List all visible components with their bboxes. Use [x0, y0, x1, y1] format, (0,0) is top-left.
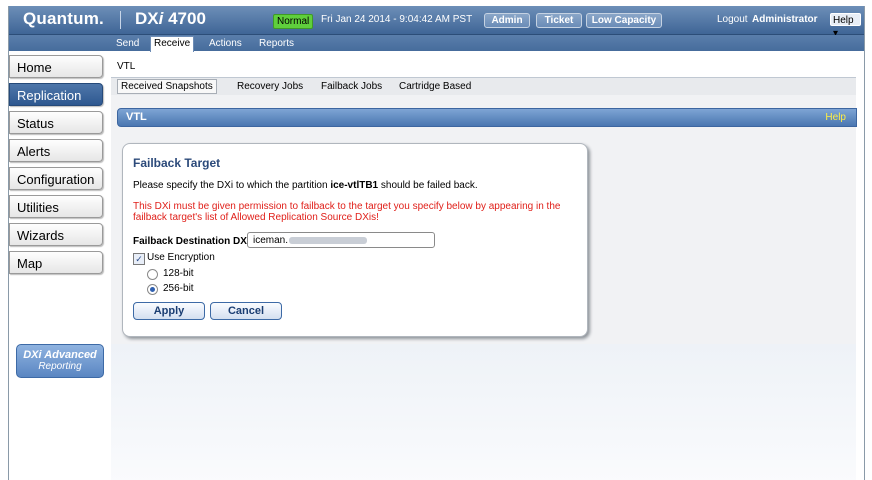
breadcrumb: VTL: [111, 58, 856, 76]
tab-send[interactable]: Send: [116, 37, 139, 51]
product-name: DXi 4700: [135, 9, 206, 28]
instruction-text: Please specify the DXi to which the part…: [133, 180, 478, 191]
help-link[interactable]: Help: [825, 112, 846, 123]
tab-actions[interactable]: Actions: [209, 37, 242, 51]
dxi-advanced-reporting-button[interactable]: DXi Advanced Reporting: [16, 344, 104, 378]
status-badge[interactable]: Normal: [273, 14, 314, 29]
sidebar-item-map[interactable]: Map: [9, 251, 103, 274]
sidebar-item-status[interactable]: Status: [9, 111, 103, 134]
partition-name: ice-vtlTB1: [330, 180, 379, 191]
radio-256-bit[interactable]: [147, 284, 158, 295]
admin-pill-button[interactable]: Admin: [484, 13, 530, 28]
cancel-button[interactable]: Cancel: [210, 302, 282, 320]
tab-receive[interactable]: Receive: [150, 36, 195, 52]
destination-input[interactable]: iceman.: [247, 232, 435, 248]
top-bar: Quantum. DXi 4700 Normal Fri Jan 24 2014…: [9, 6, 864, 39]
warning-text: This DXi must be given permission to fai…: [133, 201, 561, 223]
sidebar-item-home[interactable]: Home: [9, 55, 103, 78]
sidebar-item-replication[interactable]: Replication: [9, 83, 103, 106]
sidebar-item-utilities[interactable]: Utilities: [9, 195, 103, 218]
sidebar-item-configuration[interactable]: Configuration: [9, 167, 103, 190]
panel-title: Failback Target: [133, 156, 221, 170]
help-menu-button[interactable]: Help ▾: [830, 13, 861, 39]
subtab-received-snapshots[interactable]: Received Snapshots: [117, 79, 217, 94]
system-datetime: Fri Jan 24 2014 - 9:04:42 AM PST: [321, 14, 473, 25]
sidebar: Home Replication Status Alerts Configura…: [9, 51, 111, 480]
radio-128-bit-label: 128-bit: [163, 268, 194, 279]
low-capacity-pill-button[interactable]: Low Capacity: [586, 13, 662, 28]
apply-button[interactable]: Apply: [133, 302, 205, 320]
sidebar-item-alerts[interactable]: Alerts: [9, 139, 103, 162]
subtab-recovery-jobs[interactable]: Recovery Jobs: [237, 80, 303, 93]
current-user: Administrator: [752, 14, 818, 25]
redacted-text: [289, 236, 368, 244]
app-window: Quantum. DXi 4700 Normal Fri Jan 24 2014…: [8, 6, 865, 480]
subtab-failback-jobs[interactable]: Failback Jobs: [321, 80, 382, 93]
failback-target-panel: Failback Target Please specify the DXi t…: [122, 143, 588, 337]
radio-128-bit[interactable]: [147, 269, 158, 280]
radio-256-bit-label: 256-bit: [163, 283, 194, 294]
brand-logo: Quantum.: [23, 9, 104, 28]
section-header: VTL Help: [117, 108, 857, 127]
destination-label: Failback Destination DXi: [133, 236, 250, 247]
sidebar-item-wizards[interactable]: Wizards: [9, 223, 103, 246]
brand-divider: [120, 11, 121, 29]
tab-reports[interactable]: Reports: [259, 37, 294, 51]
main-tab-bar: Send Receive Actions Reports: [9, 35, 864, 52]
subtab-cartridge-based[interactable]: Cartridge Based: [399, 80, 471, 93]
ticket-pill-button[interactable]: Ticket: [536, 13, 582, 28]
logout-link[interactable]: Logout: [717, 14, 748, 25]
use-encryption-label: Use Encryption: [147, 252, 215, 263]
empty-area: [111, 344, 856, 480]
main-content: Received Snapshots Recovery Jobs Failbac…: [111, 77, 857, 345]
sub-tab-bar: Received Snapshots Recovery Jobs Failbac…: [111, 78, 856, 95]
section-title: VTL: [126, 111, 147, 123]
use-encryption-checkbox[interactable]: ✓: [133, 253, 145, 265]
